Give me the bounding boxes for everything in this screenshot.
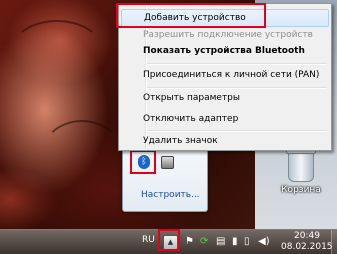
menu-separator	[147, 63, 327, 65]
recycle-bin-label: Корзина	[281, 185, 321, 195]
network-icon[interactable]: ▤	[216, 236, 225, 248]
highlight-box-bluetooth	[130, 150, 156, 174]
clock-date[interactable]: 08.02.2015	[281, 242, 333, 252]
highlight-box-tray-arrow	[158, 229, 180, 251]
language-indicator[interactable]: RU	[142, 235, 155, 245]
menu-item-show-bluetooth-devices[interactable]: Показать устройства Bluetooth	[121, 42, 329, 60]
menu-item-remove-icon[interactable]: Удалить значок	[121, 132, 329, 150]
volume-icon[interactable]: ◀)	[258, 236, 270, 248]
customize-link[interactable]: Настроить...	[141, 190, 200, 200]
wallpaper-detail	[40, 120, 124, 194]
device-icon[interactable]	[161, 156, 174, 169]
update-icon[interactable]: ⟳	[200, 236, 208, 248]
signal-icon[interactable]: ▮	[232, 236, 238, 248]
menu-item-join-pan[interactable]: Присоединиться к личной сети (PAN)	[121, 66, 329, 84]
recycle-bin[interactable]: Корзина	[281, 148, 321, 195]
highlight-box-add-device	[116, 3, 266, 28]
signal-icon[interactable]: ▯	[244, 236, 250, 248]
clock-time[interactable]: 20:49	[287, 231, 327, 241]
recycle-bin-icon	[286, 148, 316, 182]
menu-item-disable-adapter[interactable]: Отключить адаптер	[121, 110, 329, 128]
show-desktop-button[interactable]	[331, 230, 337, 254]
menu-item-open-settings[interactable]: Открыть параметры	[121, 89, 329, 107]
action-center-flag-icon[interactable]: ⚑	[185, 236, 194, 248]
wallpaper-detail	[10, 20, 104, 84]
